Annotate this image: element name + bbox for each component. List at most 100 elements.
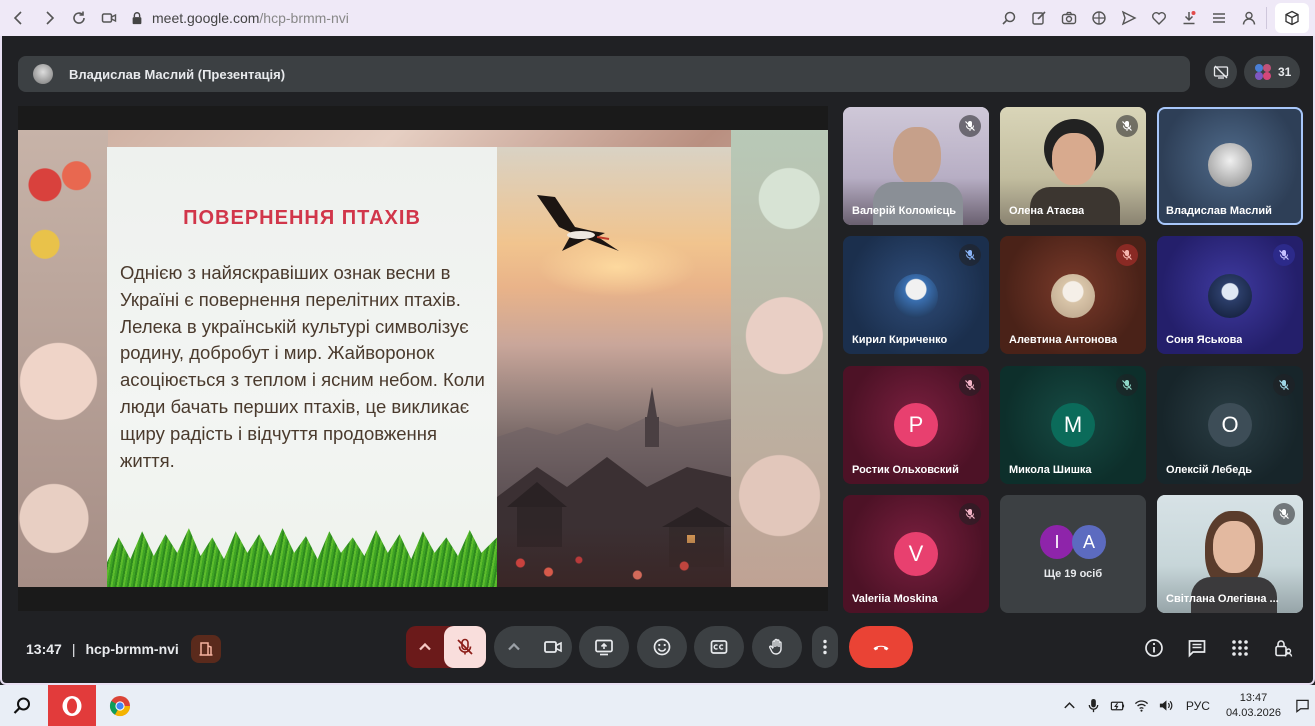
avatar: I <box>1040 525 1074 559</box>
captions-button[interactable] <box>694 626 744 668</box>
meeting-info: 13:47 | hcp-brmm-nvi <box>26 633 221 665</box>
muted-indicator <box>959 115 981 137</box>
browser-toolbar: meet.google.com/hcp-brmm-nvi <box>0 0 1315 36</box>
participant-tile[interactable]: P Ростик Ольховский <box>843 366 989 484</box>
audio-options-button[interactable] <box>406 626 444 668</box>
avatar: M <box>1051 403 1095 447</box>
tray-overflow-button[interactable] <box>1058 685 1082 726</box>
reload-icon <box>73 11 85 24</box>
favorites-button[interactable] <box>1144 3 1174 33</box>
participant-tile[interactable]: Олена Атаєва <box>1000 107 1146 225</box>
extensions-button[interactable] <box>1275 3 1309 33</box>
people-button[interactable]: 31 <box>1244 56 1300 88</box>
tray-mic-button[interactable] <box>1082 685 1106 726</box>
participant-name: Кирил Кириченко <box>852 334 948 346</box>
notifications-button[interactable] <box>1289 685 1315 726</box>
taskbar-chrome-button[interactable] <box>96 685 144 726</box>
notification-icon <box>1295 699 1309 713</box>
slide-text-panel: ПОВЕРНЕННЯ ПТАХІВ Однією з найяскравіших… <box>107 147 497 587</box>
raise-hand-button[interactable] <box>752 626 802 668</box>
url-text: meet.google.com/hcp-brmm-nvi <box>152 10 349 26</box>
meeting-code: hcp-brmm-nvi <box>85 641 179 657</box>
participant-tile[interactable]: Соня Яськова <box>1157 236 1303 354</box>
cast-button[interactable] <box>94 3 124 33</box>
taskbar-search-button[interactable] <box>0 685 44 726</box>
mic-off-icon <box>1279 250 1289 260</box>
search-page-button[interactable] <box>994 3 1024 33</box>
video-face <box>1213 521 1255 573</box>
host-controls-lock-button[interactable] <box>1268 633 1298 663</box>
participant-tile[interactable]: O Олексій Лебедь <box>1157 366 1303 484</box>
volume-icon <box>1160 700 1173 711</box>
hand-icon <box>769 638 782 655</box>
emoji-icon <box>653 638 671 656</box>
browser-actions <box>994 0 1315 36</box>
chrome-logo-icon <box>109 695 131 716</box>
hide-presentation-button[interactable] <box>1205 56 1237 88</box>
call-end-icon <box>873 645 889 651</box>
reload-button[interactable] <box>64 3 94 33</box>
present-screen-button[interactable] <box>579 626 629 668</box>
tray-clock[interactable]: 13:47 04.03.2026 <box>1226 691 1281 721</box>
participant-tile[interactable]: Валерій Коломієць <box>843 107 989 225</box>
participant-tile-active[interactable]: Владислав Маслий <box>1157 107 1303 225</box>
avatar: P <box>894 403 938 447</box>
host-controls-button[interactable] <box>190 635 221 663</box>
chevron-up-icon <box>1064 702 1076 709</box>
menu-button[interactable] <box>1204 3 1234 33</box>
participant-name: Соня Яськова <box>1166 334 1243 346</box>
tray-volume-button[interactable] <box>1154 685 1178 726</box>
tray-battery-button[interactable] <box>1106 685 1130 726</box>
activities-button[interactable] <box>1225 633 1255 663</box>
downloads-button[interactable] <box>1174 3 1204 33</box>
translate-button[interactable] <box>1084 3 1114 33</box>
leave-call-button[interactable] <box>849 626 913 668</box>
forward-button[interactable] <box>34 3 64 33</box>
meeting-details-button[interactable] <box>1139 633 1169 663</box>
participant-tile[interactable]: M Микола Шишка <box>1000 366 1146 484</box>
mic-toggle-button[interactable] <box>444 626 486 668</box>
more-participants-tile[interactable]: I A Ще 19 осіб <box>1000 495 1146 613</box>
muted-indicator <box>959 374 981 396</box>
info-icon <box>1145 639 1163 657</box>
slide-title: ПОВЕРНЕННЯ ПТАХІВ <box>183 207 421 229</box>
snapshot-button[interactable] <box>1054 3 1084 33</box>
meeting-time: 13:47 <box>26 641 62 657</box>
address-bar[interactable]: meet.google.com/hcp-brmm-nvi <box>130 4 349 32</box>
avatar <box>1208 143 1252 187</box>
edit-button[interactable] <box>1024 3 1054 33</box>
clock-time: 13:47 <box>1239 691 1268 704</box>
photo-flowers <box>497 527 731 587</box>
muted-indicator <box>1116 115 1138 137</box>
back-button[interactable] <box>4 3 34 33</box>
participant-tile[interactable]: Алевтина Антонова <box>1000 236 1146 354</box>
video-options-button[interactable] <box>494 626 533 668</box>
avatar <box>894 274 938 318</box>
mic-off-icon <box>965 380 975 390</box>
send-button[interactable] <box>1114 3 1144 33</box>
mic-off-icon <box>457 638 473 655</box>
person-icon <box>1242 11 1256 25</box>
reactions-button[interactable] <box>637 626 687 668</box>
slide-body: Однією з найяскравіших ознак весни в Укр… <box>120 262 485 471</box>
taskbar: РУС 13:47 04.03.2026 <box>0 685 1315 726</box>
chat-button[interactable] <box>1182 633 1212 663</box>
participant-name: Владислав Маслий <box>1166 205 1272 217</box>
presentation-stage: ПОВЕРНЕННЯ ПТАХІВ Однією з найяскравіших… <box>18 106 828 611</box>
meeting-divider: | <box>71 641 76 657</box>
edit-icon <box>1032 11 1046 25</box>
camera-toggle-button[interactable] <box>533 626 572 668</box>
camera-control-group <box>494 626 572 668</box>
more-options-button[interactable] <box>812 626 838 668</box>
slide-photo <box>497 147 731 587</box>
input-language[interactable]: РУС <box>1186 699 1210 713</box>
participant-name: Valeriia Moskina <box>852 593 938 605</box>
taskbar-opera-button[interactable] <box>48 685 96 726</box>
chevron-left-icon <box>13 11 22 25</box>
tray-wifi-button[interactable] <box>1130 685 1154 726</box>
participant-tile[interactable]: Кирил Кириченко <box>843 236 989 354</box>
participant-tile[interactable]: Світлана Олегівна ... <box>1157 495 1303 613</box>
participant-tile[interactable]: V Valeriia Moskina <box>843 495 989 613</box>
avatar: V <box>894 532 938 576</box>
profile-button[interactable] <box>1234 3 1264 33</box>
